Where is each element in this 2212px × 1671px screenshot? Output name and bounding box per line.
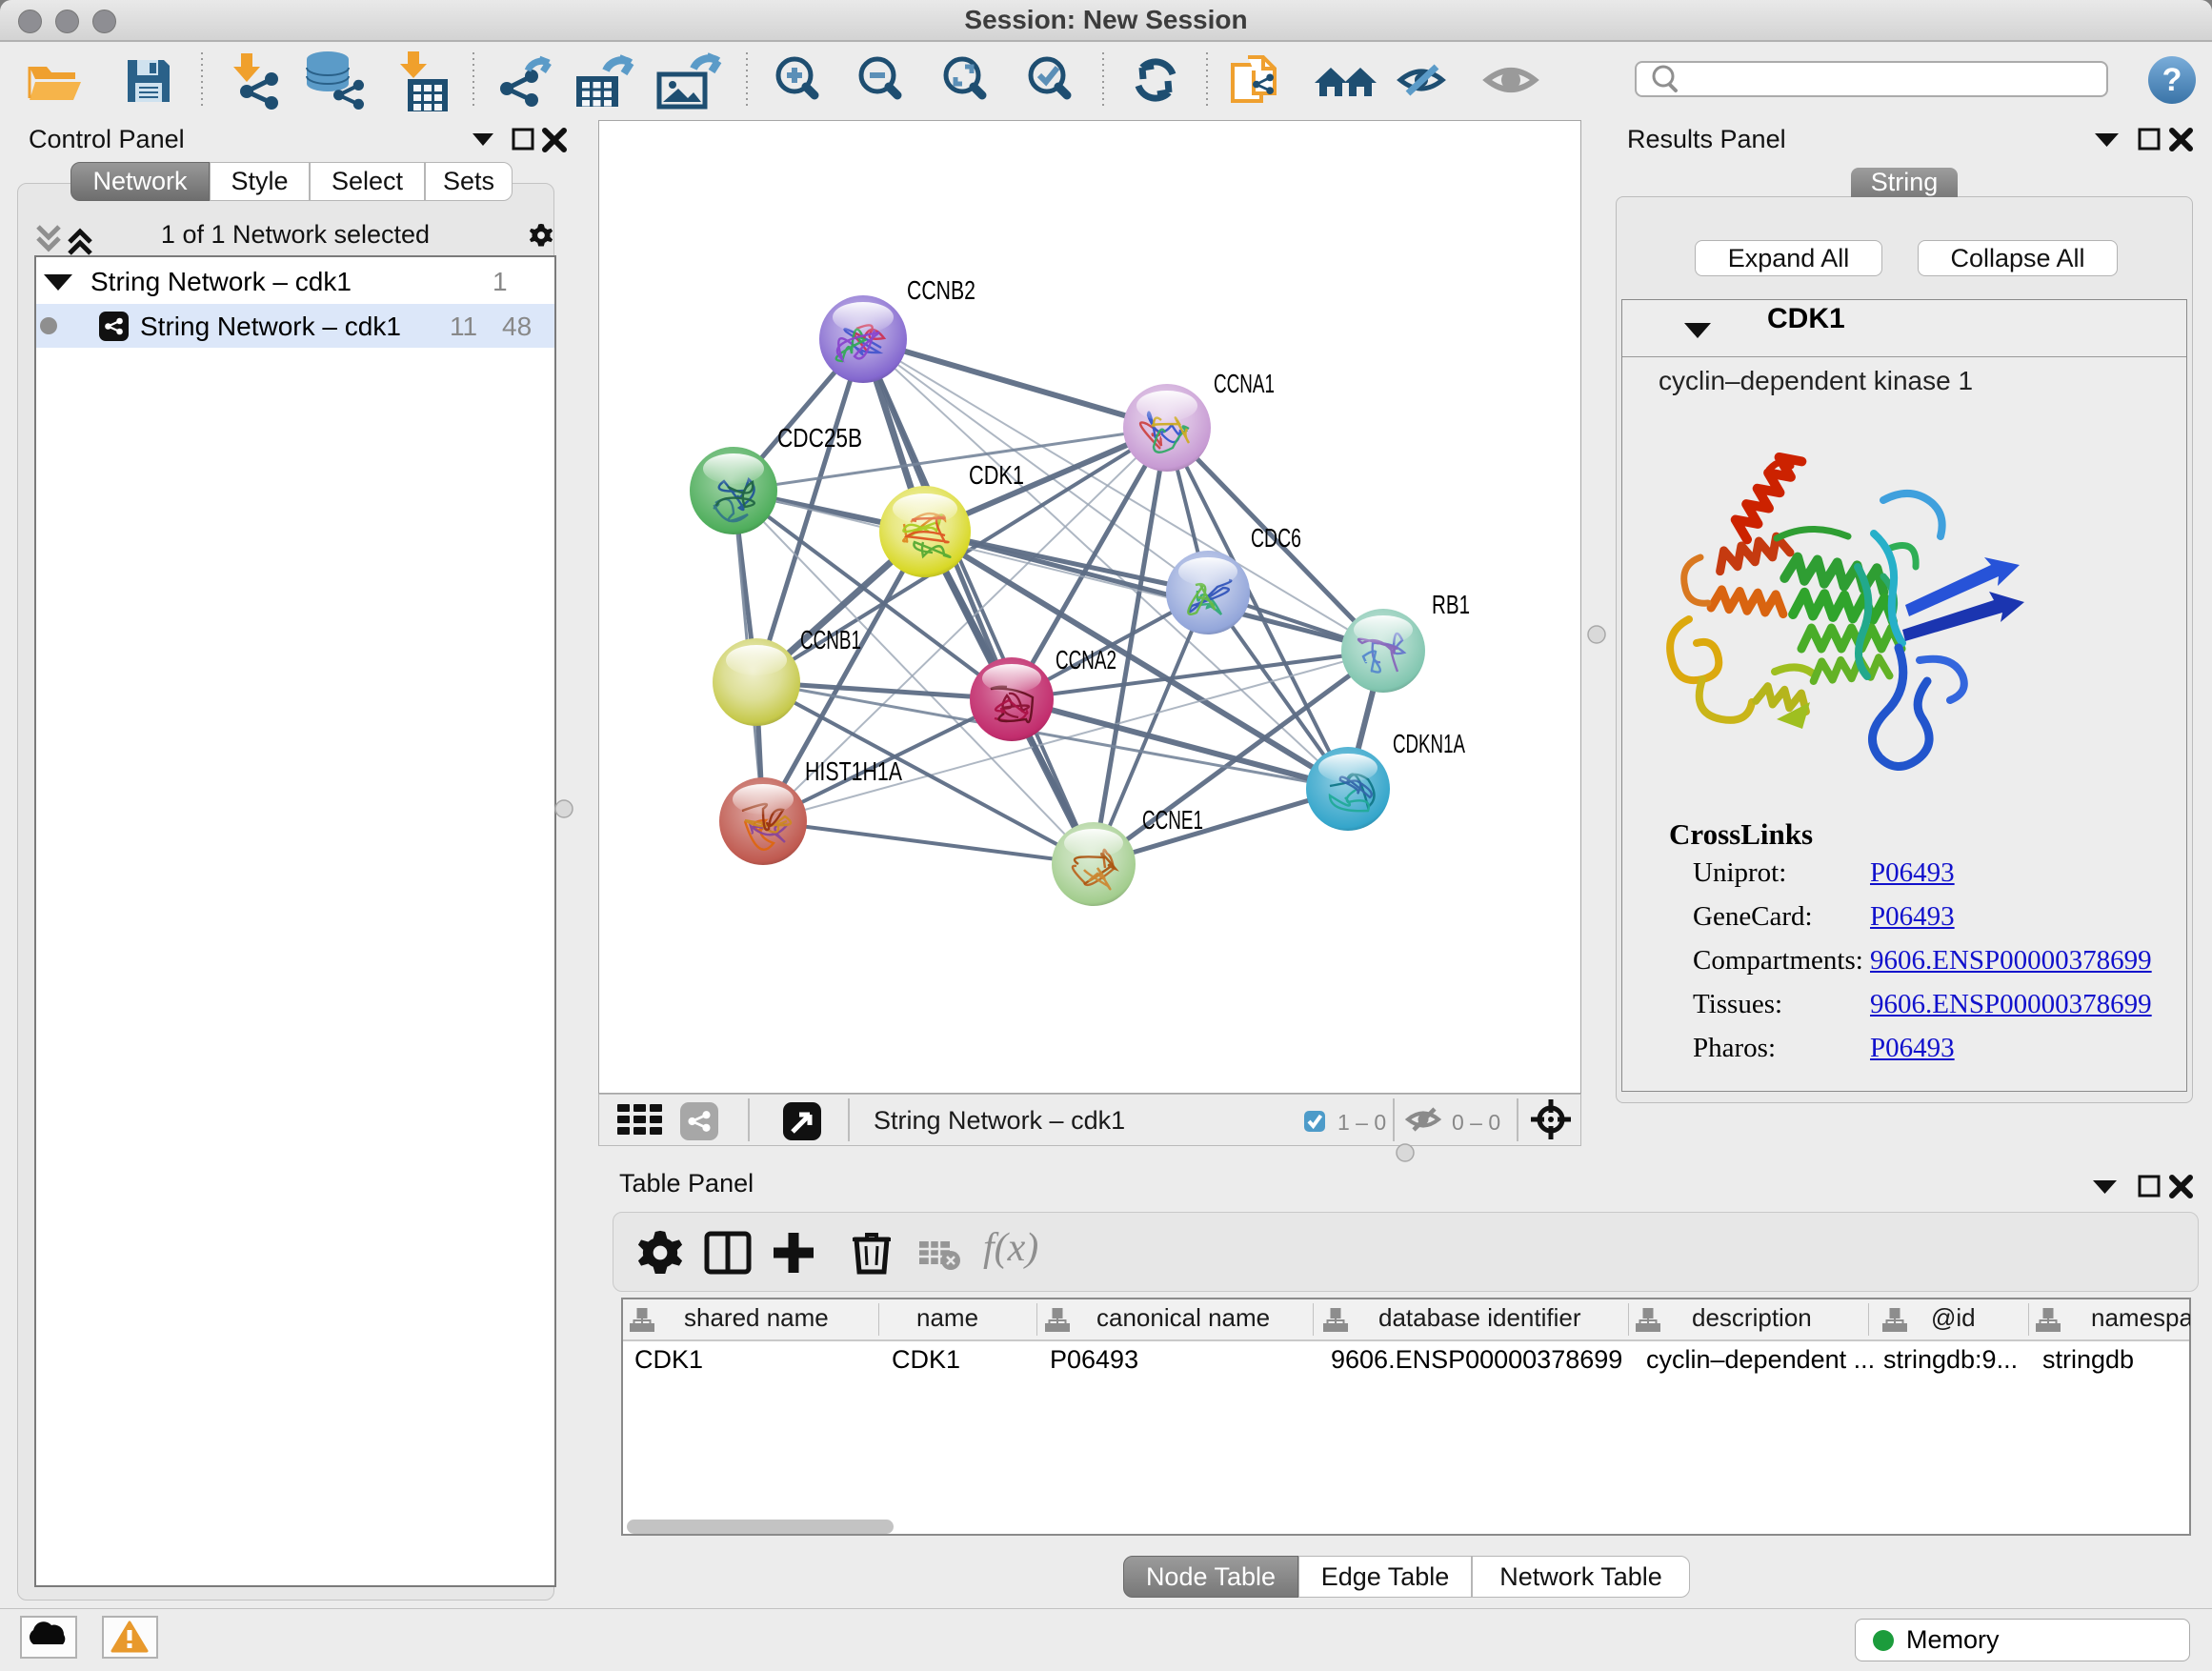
svg-text:CDC25B: CDC25B — [777, 423, 862, 453]
svg-text:CCNA1: CCNA1 — [1214, 369, 1275, 398]
svg-text:CCNB1: CCNB1 — [800, 625, 861, 654]
svg-text:CCNA2: CCNA2 — [1056, 645, 1116, 674]
svg-text:CCNE1: CCNE1 — [1142, 805, 1203, 835]
svg-text:CDK1: CDK1 — [969, 460, 1024, 490]
svg-text:CDKN1A: CDKN1A — [1393, 729, 1465, 758]
svg-text:RB1: RB1 — [1432, 590, 1470, 619]
svg-text:CDC6: CDC6 — [1251, 523, 1301, 553]
svg-text:HIST1H1A: HIST1H1A — [805, 756, 902, 786]
svg-text:CCNB2: CCNB2 — [907, 275, 975, 305]
